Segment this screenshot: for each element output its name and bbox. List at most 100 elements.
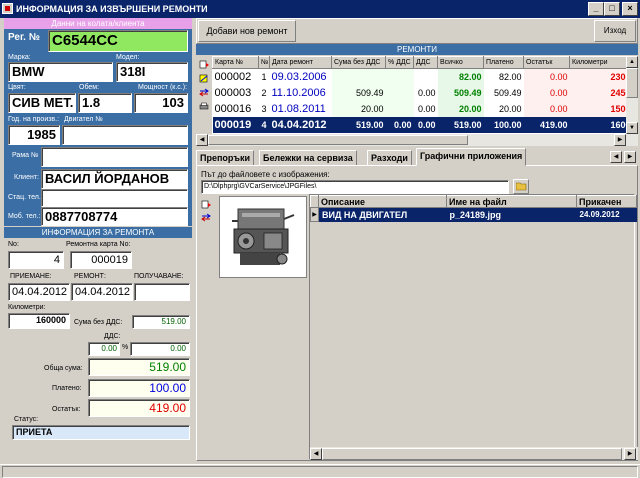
repair-cell[interactable]: 20.00: [437, 100, 484, 117]
repair-row[interactable]: 000016 3 01.08.2011 20.00 0.00 20.00 20.00 0.00…: [213, 100, 633, 117]
repair-cell[interactable]: 0.00: [523, 68, 570, 85]
repair-cell[interactable]: [331, 68, 386, 85]
client-name-field[interactable]: ВАСИЛ ЙОРДАНОВ: [41, 169, 188, 189]
repairs-scroll-left[interactable]: ◀: [196, 134, 208, 146]
repair-cell[interactable]: 4: [258, 116, 270, 133]
col-km[interactable]: Километри: [569, 56, 633, 69]
repair-cell[interactable]: 509.49: [331, 84, 386, 101]
repair-cell[interactable]: 1500: [569, 100, 633, 117]
repair-cell[interactable]: [385, 100, 414, 117]
file-row[interactable]: ▶ ВИД НА ДВИГАТЕЛ p_24189.jpg 24.09.2012: [310, 207, 637, 222]
power-field[interactable]: 103: [134, 93, 188, 113]
add-repair-button[interactable]: Добави нов ремонт: [198, 20, 296, 42]
repair-cell[interactable]: 000003: [213, 85, 259, 101]
swap-arrows-icon[interactable]: [199, 88, 209, 97]
repair-cell[interactable]: 09.03.2006: [270, 69, 332, 85]
home-phone-field[interactable]: [41, 189, 188, 207]
color-field[interactable]: СИВ МЕТ.: [8, 93, 76, 113]
repair-cell[interactable]: 000002: [213, 69, 259, 85]
col-net[interactable]: Сума без ДДС: [331, 56, 386, 69]
paid-field[interactable]: 100.00: [88, 379, 190, 397]
mobile-field[interactable]: 0887708774: [41, 207, 188, 226]
repair-cell[interactable]: 3: [259, 101, 270, 117]
col-paid[interactable]: Платено: [483, 56, 524, 69]
status-field[interactable]: ПРИЕТА: [12, 425, 190, 440]
close-button[interactable]: ×: [622, 2, 638, 16]
net-amount-field[interactable]: 519.00: [132, 315, 190, 329]
repair-cell[interactable]: 0.00: [413, 84, 438, 101]
repair-cell[interactable]: 0.00: [413, 116, 438, 133]
minimize-button[interactable]: _: [588, 2, 604, 16]
print-icon[interactable]: [199, 102, 209, 111]
year-field[interactable]: 1985: [8, 125, 60, 145]
repair-cell[interactable]: 419.00: [523, 116, 570, 133]
repair-cell[interactable]: 0.00: [523, 84, 570, 101]
col-file-name[interactable]: Име на файл: [446, 195, 577, 208]
exit-button[interactable]: Изход: [594, 20, 636, 42]
tab-service-notes[interactable]: Бележки на сервиза: [259, 150, 357, 166]
repairs-scroll-right[interactable]: ▶: [614, 134, 626, 146]
repair-cell[interactable]: [385, 68, 414, 85]
swap-image-icon[interactable]: [201, 213, 211, 222]
repair-date-field[interactable]: 04.04.2012: [71, 283, 133, 301]
repair-cell[interactable]: 2300: [569, 68, 633, 85]
attach-image-icon[interactable]: [201, 200, 211, 209]
repair-cell[interactable]: 04.04.2012: [269, 116, 332, 133]
col-rest[interactable]: Остатък: [523, 56, 570, 69]
tab-recommendations[interactable]: Препоръки: [196, 150, 255, 166]
repair-cell[interactable]: 509.49: [437, 84, 484, 101]
repairs-scroll-down[interactable]: ▼: [626, 122, 638, 134]
repair-cell[interactable]: 2: [259, 85, 270, 101]
repair-cell[interactable]: 000016: [213, 101, 259, 117]
image-preview[interactable]: [219, 196, 307, 278]
repair-cell[interactable]: 000019: [212, 116, 259, 133]
repair-cell[interactable]: 11.10.2006: [270, 85, 332, 101]
tab-expenses[interactable]: Разходи: [367, 150, 412, 166]
col-vat[interactable]: ДДС: [413, 56, 438, 69]
repair-cell[interactable]: [385, 84, 414, 101]
col-card[interactable]: Карта №: [212, 56, 259, 69]
repair-no-field[interactable]: 4: [8, 251, 64, 269]
repair-cell[interactable]: 1: [259, 69, 270, 85]
files-hscroll-thumb[interactable]: [322, 448, 622, 460]
rest-field[interactable]: 419.00: [88, 399, 190, 417]
repairs-hscroll-thumb[interactable]: [208, 135, 468, 145]
repair-row[interactable]: 000003 2 11.10.2006 509.49 0.00 509.49 509.49 0…: [213, 84, 633, 101]
browse-folder-button[interactable]: [513, 179, 529, 194]
repair-cell[interactable]: 509.49: [483, 84, 524, 101]
col-no[interactable]: №: [258, 56, 270, 69]
total-field[interactable]: 519.00: [88, 358, 190, 376]
vat-percent-field[interactable]: 0.00: [88, 342, 120, 356]
repair-cell[interactable]: 20.00: [483, 100, 524, 117]
brand-field[interactable]: BMW: [8, 62, 113, 82]
repair-cell[interactable]: 100.00: [483, 116, 524, 133]
vat-amount-field[interactable]: 0.00: [130, 342, 190, 356]
repair-cell[interactable]: 0.00: [385, 116, 414, 133]
volume-field[interactable]: 1.8: [78, 93, 132, 113]
col-total[interactable]: Всичко: [437, 56, 484, 69]
tabs-scroll-right[interactable]: ▶: [624, 151, 636, 163]
repair-cell[interactable]: 1600: [569, 116, 633, 133]
path-field[interactable]: D:\Dlphprg\GVCarService\JPGFiles\: [201, 180, 509, 194]
files-scroll-right[interactable]: ▶: [624, 448, 636, 460]
repair-cell[interactable]: 82.00: [437, 68, 484, 85]
model-field[interactable]: 318I: [116, 62, 188, 82]
repair-cell[interactable]: 01.08.2011: [270, 101, 332, 117]
repair-cell[interactable]: [413, 68, 438, 85]
tabs-scroll-left[interactable]: ◀: [610, 151, 622, 163]
repair-cell[interactable]: 0.00: [523, 100, 570, 117]
repair-cell[interactable]: 82.00: [483, 68, 524, 85]
repair-row[interactable]: 000002 1 09.03.2006 82.00 82.00 0.00 2300: [213, 68, 633, 85]
col-description[interactable]: Описание: [318, 195, 447, 208]
frame-field[interactable]: [41, 147, 188, 167]
engine-field[interactable]: [62, 125, 188, 145]
file-cell[interactable]: p_24189.jpg: [446, 207, 577, 222]
new-record-icon[interactable]: [199, 60, 209, 69]
repair-cell[interactable]: 20.00: [331, 100, 386, 117]
edit-record-icon[interactable]: [199, 74, 209, 83]
received-date-field[interactable]: 04.04.2012: [8, 283, 70, 301]
col-attached[interactable]: Прикачен: [576, 195, 637, 208]
col-date[interactable]: Дата ремонт: [269, 56, 332, 69]
file-cell[interactable]: 24.09.2012: [576, 207, 637, 222]
repair-cell[interactable]: 519.00: [437, 116, 484, 133]
